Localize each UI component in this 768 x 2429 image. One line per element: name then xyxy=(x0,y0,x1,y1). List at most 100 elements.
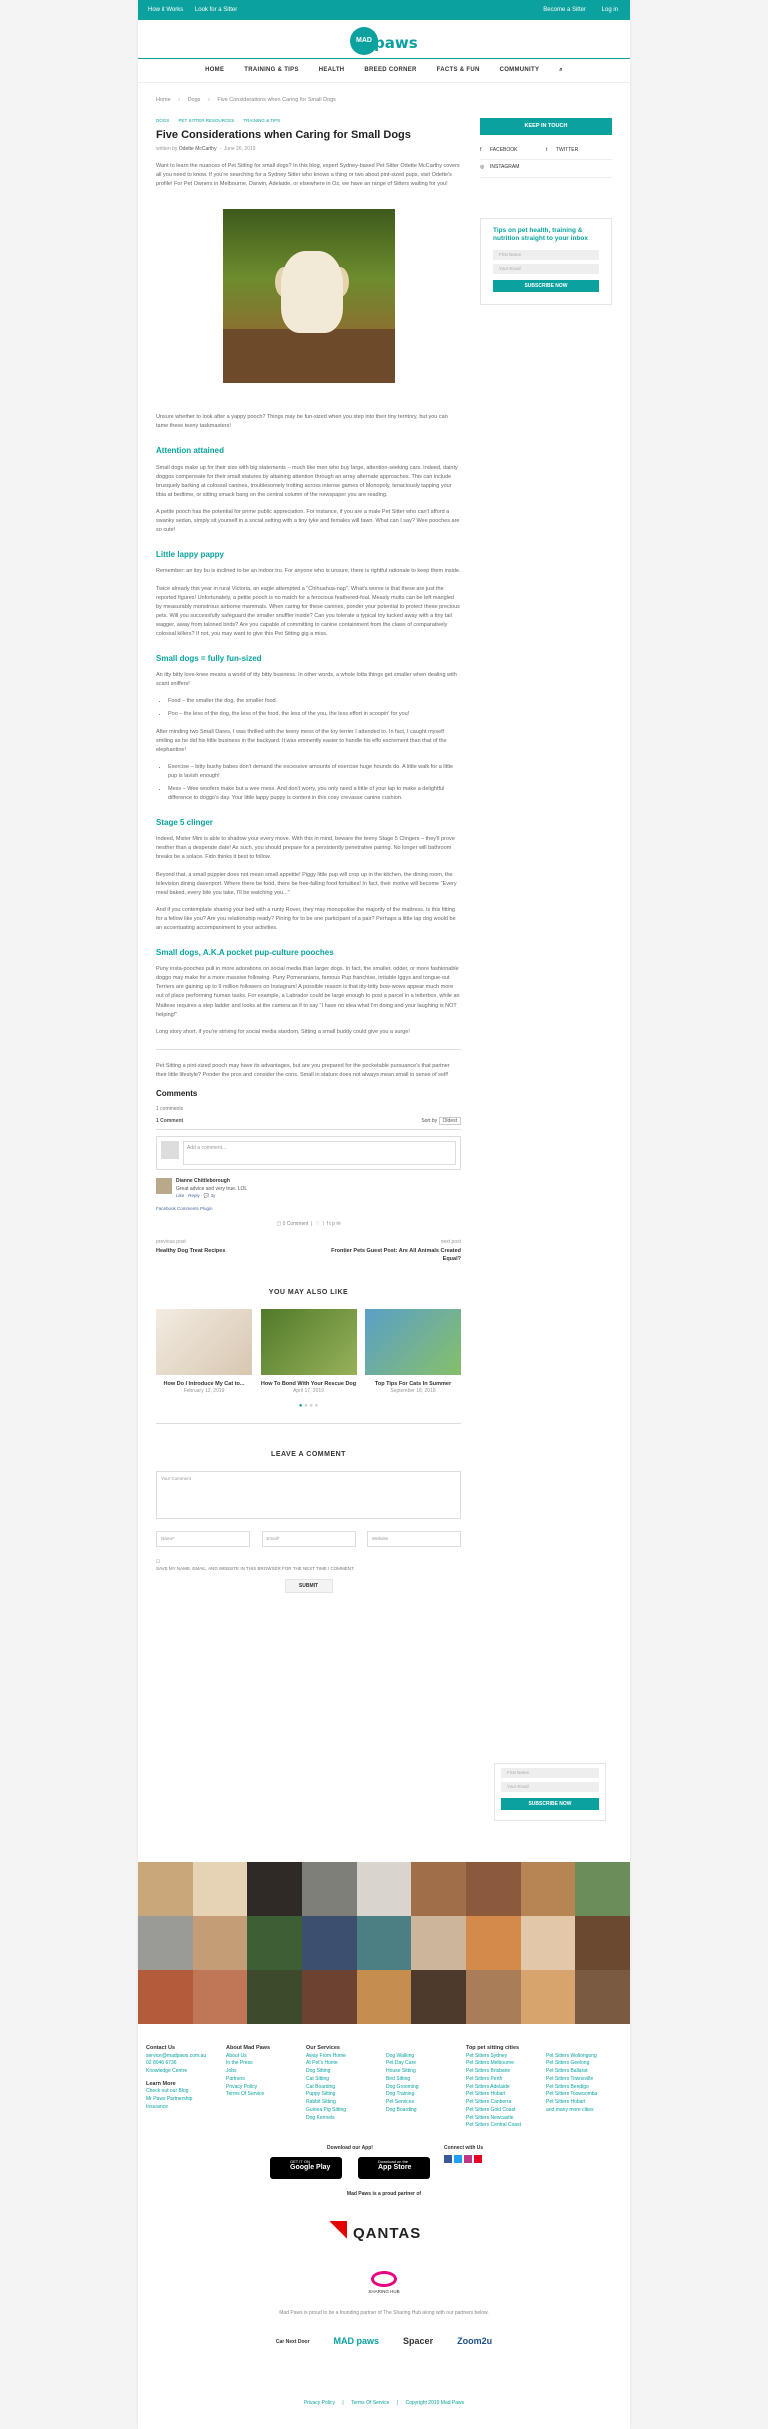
gallery-photo[interactable] xyxy=(138,1916,193,1970)
car-next-door-logo: Car Next Door xyxy=(275,2338,310,2345)
twitter-link[interactable]: t TWITTER xyxy=(546,143,612,161)
facebook-icon[interactable] xyxy=(444,2154,452,2163)
nav-home[interactable]: HOME xyxy=(205,67,224,73)
gallery-photo[interactable] xyxy=(192,1862,248,1916)
instagram-link[interactable]: ◎ INSTAGRAM xyxy=(480,160,612,179)
gallery-photo[interactable] xyxy=(138,1970,193,2024)
author-link[interactable]: Odette McCarthy xyxy=(179,146,217,152)
gallery-photo[interactable] xyxy=(575,1916,630,1970)
submit-button[interactable]: SUBMIT xyxy=(284,1579,333,1594)
tag-dogs[interactable]: DOGS xyxy=(156,118,169,123)
infinity-icon xyxy=(371,2270,397,2287)
gallery-photo[interactable] xyxy=(466,1862,521,1916)
prev-post-link[interactable]: Healthy Dog Treat Recipes xyxy=(156,1247,225,1256)
instagram-gallery xyxy=(138,1862,630,2024)
related-card[interactable]: How Do I Introduce My Cat to... February… xyxy=(156,1308,252,1396)
facebook-icon[interactable]: f xyxy=(327,1221,328,1227)
nav-health[interactable]: HEALTH xyxy=(319,67,345,73)
heading-fun: Small dogs = fully fun-sized xyxy=(156,653,262,663)
gallery-photo[interactable] xyxy=(520,1970,576,2024)
gallery-photo[interactable] xyxy=(411,1862,466,1916)
privacy-link[interactable]: Privacy Policy xyxy=(304,2400,335,2406)
list-item: Mess – Wee woofers make but a wee mess. … xyxy=(168,785,461,803)
first-name-input[interactable]: First Name xyxy=(501,1768,599,1778)
gallery-photo[interactable] xyxy=(192,1916,248,1970)
login-link[interactable]: Log in xyxy=(602,7,618,13)
first-name-input[interactable]: First Name xyxy=(493,249,599,260)
instagram-icon[interactable] xyxy=(464,2154,472,2163)
heading-attention: Attention attained xyxy=(156,446,224,456)
look-for-sitter-link[interactable]: Look for a Sitter xyxy=(195,7,237,13)
gallery-photo[interactable] xyxy=(356,1916,412,1970)
nav-breed[interactable]: BREED CORNER xyxy=(364,67,416,73)
terms-link[interactable]: Terms Of Service xyxy=(351,2400,389,2406)
nav-community[interactable]: COMMUNITY xyxy=(500,67,540,73)
email-icon[interactable]: ✉ xyxy=(336,1221,340,1227)
sort-select[interactable]: Oldest xyxy=(438,1117,461,1125)
gallery-photo[interactable] xyxy=(411,1916,466,1970)
gallery-photo[interactable] xyxy=(520,1862,576,1916)
related-card[interactable]: How To Bond With Your Rescue Dog April 1… xyxy=(260,1308,357,1396)
become-sitter-link[interactable]: Become a Sitter xyxy=(543,7,586,13)
how-it-works-link[interactable]: How it Works xyxy=(148,7,183,13)
copyright: Copyright 2019 Mad Paws xyxy=(405,2400,465,2406)
crumb-home[interactable]: Home xyxy=(156,97,171,103)
puppy-photo xyxy=(222,209,395,384)
name-field[interactable]: Name* xyxy=(156,1531,250,1548)
gallery-photo[interactable] xyxy=(520,1916,576,1970)
heart-icon[interactable]: ♡ xyxy=(315,1221,319,1227)
email-input[interactable]: Your Email xyxy=(493,263,599,274)
gallery-photo[interactable] xyxy=(356,1862,412,1916)
gallery-photo[interactable] xyxy=(575,1970,630,2024)
article-intro: Want to learn the nuances of Pet Sitting… xyxy=(156,162,460,188)
add-comment-input[interactable]: Add a comment... xyxy=(183,1140,456,1165)
pinterest-icon[interactable]: p xyxy=(332,1221,335,1227)
gallery-photo[interactable] xyxy=(302,1862,357,1916)
email-field[interactable]: Email* xyxy=(261,1531,356,1548)
related-card[interactable]: Top Tips For Cats In Summer September 18… xyxy=(365,1308,461,1396)
gallery-photo[interactable] xyxy=(192,1970,248,2024)
facebook-link[interactable]: f FACEBOOK xyxy=(480,143,546,161)
gallery-photo[interactable] xyxy=(138,1862,193,1916)
gallery-photo[interactable] xyxy=(356,1970,412,2024)
divider xyxy=(156,1048,461,1050)
comment-icon: ▢ xyxy=(276,1221,282,1228)
crumb-dogs[interactable]: Dogs xyxy=(188,97,201,103)
subscribe-button[interactable]: SUBSCRIBE NOW xyxy=(493,279,599,292)
search-icon[interactable]: ⌕ xyxy=(559,67,563,73)
carousel-dots[interactable]: ● ● ● ● xyxy=(156,1402,461,1411)
nav-facts[interactable]: FACTS & FUN xyxy=(437,67,480,73)
fb-comments-plugin[interactable]: Facebook Comments Plugin xyxy=(156,1206,461,1213)
gallery-photo[interactable] xyxy=(466,1970,521,2024)
gallery-photo[interactable] xyxy=(302,1916,357,1970)
app-store-button[interactable]: Download on the App Store xyxy=(358,2156,430,2179)
google-play-button[interactable]: GET IT ON Google Play xyxy=(270,2156,342,2179)
nav-training[interactable]: TRAINING & TIPS xyxy=(244,67,299,73)
twitter-icon[interactable]: t xyxy=(329,1221,330,1227)
save-checkbox[interactable]: ☐ xyxy=(156,1559,160,1564)
article: DOGS PET SITTER RESOURCES TRAINING & TIP… xyxy=(156,118,461,1594)
nav-bottom-border xyxy=(138,82,630,83)
qantas-logo: QANTAS xyxy=(329,2220,439,2242)
tag-resources[interactable]: PET SITTER RESOURCES xyxy=(179,118,235,123)
gallery-photo[interactable] xyxy=(302,1970,357,2024)
comment-textarea[interactable]: Your Comment xyxy=(156,1471,461,1520)
email-input[interactable]: Your Email xyxy=(501,1782,599,1792)
comment-actions[interactable]: Like · Reply · 💬 3y xyxy=(176,1193,247,1200)
twitter-icon[interactable] xyxy=(454,2154,462,2163)
website-field[interactable]: Website xyxy=(367,1531,461,1548)
gallery-photo[interactable] xyxy=(575,1862,630,1916)
commenter-name[interactable]: Dianne Chittleborough xyxy=(176,1178,247,1186)
gallery-photo[interactable] xyxy=(247,1916,302,1970)
subscribe-button[interactable]: SUBSCRIBE NOW xyxy=(501,1798,599,1810)
gallery-photo[interactable] xyxy=(247,1862,302,1916)
gallery-photo[interactable] xyxy=(247,1970,302,2024)
pinterest-icon[interactable] xyxy=(474,2154,482,2163)
gallery-photo[interactable] xyxy=(411,1970,466,2024)
heading-culture: Small dogs, A.K.A pocket pup-culture poo… xyxy=(156,947,334,957)
tag-training[interactable]: TRAINING & TIPS xyxy=(243,118,280,123)
site-logo[interactable]: MAD paws xyxy=(350,27,420,55)
next-post-link[interactable]: Frontier Pets Guest Post: Are All Animal… xyxy=(321,1247,461,1264)
paragraph: Small dogs make up for their size with b… xyxy=(156,464,458,498)
gallery-photo[interactable] xyxy=(466,1916,521,1970)
